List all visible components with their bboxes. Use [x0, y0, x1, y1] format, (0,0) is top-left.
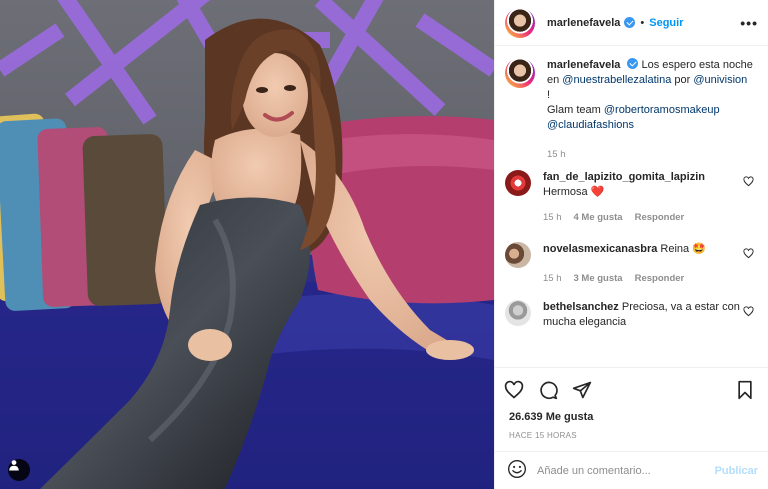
avatar[interactable]: [505, 170, 531, 196]
comment-icon[interactable]: [537, 379, 559, 401]
verified-badge-icon: [624, 17, 636, 28]
mention-link[interactable]: @univision: [693, 74, 747, 86]
reply-button[interactable]: Responder: [635, 210, 685, 225]
caption-text: por: [671, 74, 694, 86]
user-tag-icon[interactable]: [8, 459, 30, 481]
caption-meta: 15 h: [547, 147, 754, 162]
heart-icon[interactable]: [503, 379, 525, 401]
heart-icon[interactable]: [743, 306, 754, 317]
emoji-icon[interactable]: [507, 459, 527, 482]
comment-time[interactable]: 15 h: [543, 210, 562, 225]
comment-item: bethelsanchez Preciosa, va a estar con m…: [505, 300, 754, 330]
caption-avatar[interactable]: [505, 58, 535, 88]
post-side-panel: marlenefavela • Seguir ••• marlenefavela…: [494, 0, 768, 489]
caption-username[interactable]: marlenefavela: [547, 59, 620, 71]
follow-button[interactable]: Seguir: [649, 17, 683, 29]
comment-meta: 15 h 3 Me gusta Responder: [543, 271, 754, 286]
comment-text: Hermosa: [543, 186, 591, 198]
comments-list[interactable]: marlenefavela Los espero esta noche en @…: [495, 46, 768, 367]
avatar[interactable]: [505, 242, 531, 268]
photo-illustration: [0, 0, 494, 489]
comment-time[interactable]: 15 h: [543, 271, 562, 286]
header-username[interactable]: marlenefavela: [547, 17, 620, 29]
avatar[interactable]: [505, 7, 535, 38]
likes-count[interactable]: 26.639 Me gusta: [495, 411, 768, 427]
post-actions: [495, 367, 768, 411]
comment-item: novelasmexicanasbra Reina 🤩 15 h 3 Me gu…: [505, 242, 754, 300]
publish-button[interactable]: Publicar: [715, 465, 758, 477]
comment-text: Reina: [660, 243, 690, 255]
comment-likes[interactable]: 4 Me gusta: [574, 210, 623, 225]
comment-meta: 15 h 4 Me gusta Responder: [543, 210, 754, 225]
avatar[interactable]: [505, 300, 531, 326]
verified-badge-icon: [627, 58, 639, 69]
comment-username[interactable]: bethelsanchez: [543, 301, 619, 313]
add-comment-bar: Publicar: [495, 451, 768, 489]
reply-button[interactable]: Responder: [635, 271, 685, 286]
share-icon[interactable]: [571, 379, 593, 401]
comment-username[interactable]: fan_de_lapizito_gomita_lapizin: [543, 171, 705, 183]
comment-likes[interactable]: 3 Me gusta: [574, 271, 623, 286]
star-struck-emoji: 🤩: [692, 243, 706, 255]
instagram-post: marlenefavela • Seguir ••• marlenefavela…: [0, 0, 768, 489]
heart-icon[interactable]: [743, 248, 754, 259]
heart-icon[interactable]: [743, 176, 754, 187]
comment-item: fan_de_lapizito_gomita_lapizin Hermosa ❤…: [505, 170, 754, 242]
caption: marlenefavela Los espero esta noche en @…: [505, 58, 754, 170]
caption-text: !: [547, 89, 551, 101]
comment-username[interactable]: novelasmexicanasbra: [543, 243, 657, 255]
heart-emoji: ❤️: [590, 186, 605, 198]
person-icon: [9, 460, 19, 471]
caption-time[interactable]: 15 h: [547, 147, 566, 162]
post-photo[interactable]: [0, 0, 494, 489]
post-header: marlenefavela • Seguir •••: [495, 0, 768, 46]
post-age[interactable]: HACE 15 HORAS: [495, 427, 768, 451]
mention-link[interactable]: @nuestrabellezalatina: [562, 74, 671, 86]
header-separator: •: [640, 16, 645, 29]
bookmark-icon[interactable]: [734, 379, 756, 401]
mention-link[interactable]: @claudiafashions: [547, 119, 634, 131]
mention-link[interactable]: @robertoramosmakeup: [604, 104, 720, 116]
caption-text: Glam team: [547, 104, 604, 116]
comment-input[interactable]: [537, 464, 715, 477]
more-horizontal-icon[interactable]: •••: [740, 15, 758, 31]
